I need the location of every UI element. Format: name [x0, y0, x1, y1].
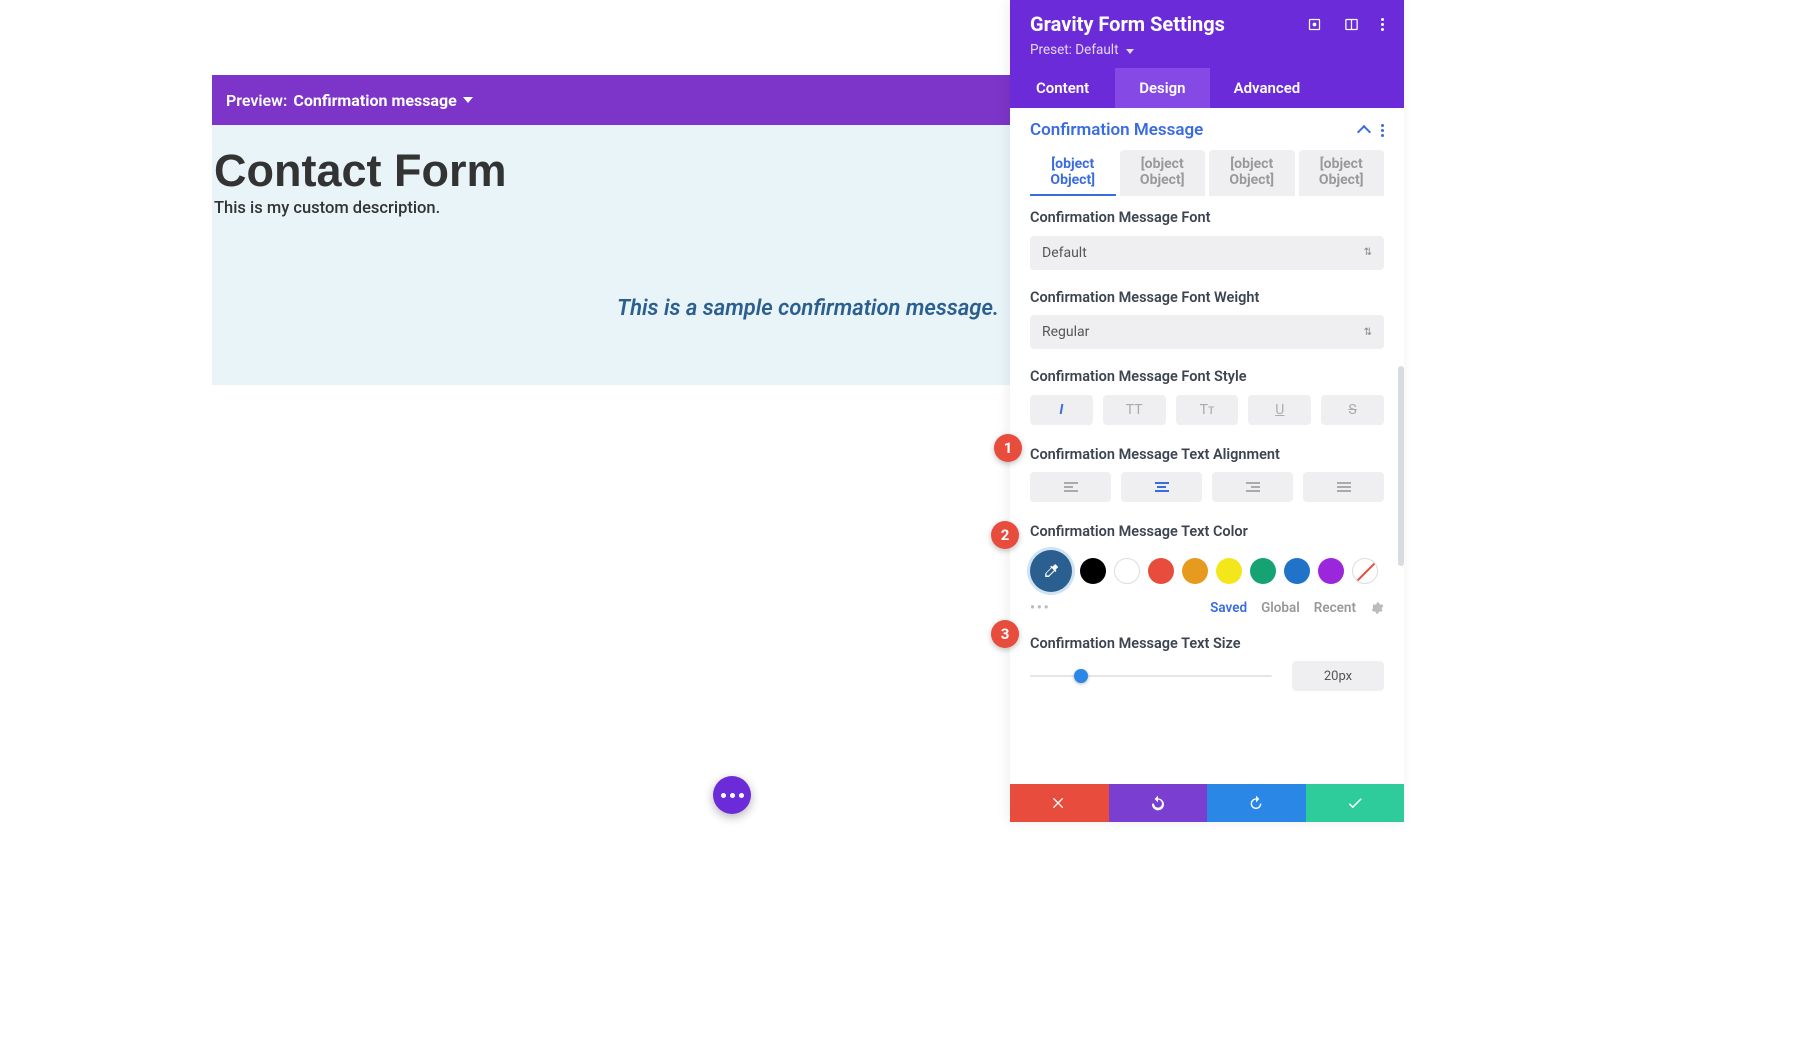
annotation-badge-2: 2 [991, 521, 1019, 549]
tab-content[interactable]: Content [1010, 68, 1115, 108]
cancel-button[interactable] [1010, 784, 1109, 822]
check-icon [1346, 794, 1364, 812]
color-swatch-blue[interactable] [1284, 558, 1310, 584]
text-size-slider[interactable] [1030, 675, 1272, 677]
color-swatch-green[interactable] [1250, 558, 1276, 584]
panel-footer [1010, 784, 1404, 822]
chevron-down-icon [463, 97, 473, 103]
chevron-down-icon [1126, 49, 1134, 54]
italic-button[interactable]: I [1030, 395, 1093, 425]
annotation-badge-3: 3 [991, 620, 1019, 648]
align-left-button[interactable] [1030, 472, 1111, 502]
subtab-1[interactable]: [object Object] [1030, 150, 1116, 196]
tab-advanced[interactable]: Advanced [1210, 68, 1325, 108]
text-color-label: Confirmation Message Text Color [1030, 522, 1384, 542]
text-size-input[interactable]: 20px [1292, 661, 1384, 691]
gear-icon[interactable] [1370, 601, 1384, 615]
undo-button[interactable] [1109, 784, 1208, 822]
align-justify-button[interactable] [1303, 472, 1384, 502]
select-chevron-icon: ⇅ [1364, 327, 1372, 338]
section-kebab-icon[interactable] [1381, 124, 1384, 137]
color-swatch-black[interactable] [1080, 558, 1106, 584]
strikethrough-button[interactable]: S [1321, 395, 1384, 425]
color-swatch-red[interactable] [1148, 558, 1174, 584]
save-button[interactable] [1306, 784, 1405, 822]
preview-selected-value: Confirmation message [293, 91, 456, 110]
module-options-fab[interactable] [713, 776, 751, 814]
font-weight-value: Regular [1042, 324, 1089, 340]
text-size-label: Confirmation Message Text Size [1030, 634, 1384, 654]
color-tab-saved[interactable]: Saved [1210, 600, 1247, 616]
redo-icon [1248, 795, 1264, 811]
color-swatch-none[interactable] [1352, 558, 1378, 584]
smallcaps-button[interactable]: Tᴛ [1176, 395, 1239, 425]
font-weight-label: Confirmation Message Font Weight [1030, 288, 1384, 308]
font-weight-select[interactable]: Regular ⇅ [1030, 315, 1384, 349]
panel-body[interactable]: Confirmation Message [object Object] [ob… [1010, 108, 1404, 784]
redo-button[interactable] [1207, 784, 1306, 822]
align-center-button[interactable] [1121, 472, 1202, 502]
scrollbar[interactable] [1398, 366, 1404, 566]
more-colors-icon[interactable]: ••• [1030, 600, 1051, 616]
settings-panel: Gravity Form Settings Preset: Default Co… [1010, 0, 1404, 822]
color-tab-global[interactable]: Global [1261, 600, 1300, 616]
slider-thumb[interactable] [1074, 669, 1088, 683]
preset-selector[interactable]: Preset: Default [1030, 42, 1384, 58]
subtab-2[interactable]: [object Object] [1120, 150, 1206, 196]
font-style-label: Confirmation Message Font Style [1030, 367, 1384, 387]
align-right-button[interactable] [1212, 472, 1293, 502]
color-tab-recent[interactable]: Recent [1314, 600, 1356, 616]
color-swatch-yellow[interactable] [1216, 558, 1242, 584]
color-picker-current[interactable] [1030, 550, 1072, 592]
color-swatch-white[interactable] [1114, 558, 1140, 584]
section-title: Confirmation Message [1030, 120, 1203, 140]
layout-icon[interactable] [1344, 17, 1359, 32]
preview-label: Preview: [226, 91, 287, 110]
style-subtabs: [object Object] [object Object] [object … [1030, 150, 1384, 196]
uppercase-button[interactable]: TT [1103, 395, 1166, 425]
expand-icon[interactable] [1307, 17, 1322, 32]
preset-value: Default [1075, 42, 1118, 58]
collapse-icon[interactable] [1357, 125, 1371, 139]
font-label: Confirmation Message Font [1030, 208, 1384, 228]
alignment-label: Confirmation Message Text Alignment [1030, 445, 1384, 465]
preset-label: Preset: [1030, 42, 1072, 58]
section-header[interactable]: Confirmation Message [1030, 120, 1384, 140]
tab-design[interactable]: Design [1115, 68, 1209, 108]
close-icon [1051, 795, 1067, 811]
font-value: Default [1042, 245, 1087, 261]
subtab-4[interactable]: [object Object] [1299, 150, 1385, 196]
select-chevron-icon: ⇅ [1364, 247, 1372, 258]
panel-title: Gravity Form Settings [1030, 12, 1225, 36]
annotation-badge-1: 1 [994, 434, 1022, 462]
panel-header: Gravity Form Settings Preset: Default [1010, 0, 1404, 68]
undo-icon [1150, 795, 1166, 811]
panel-tabs: Content Design Advanced [1010, 68, 1404, 108]
kebab-menu-icon[interactable] [1381, 18, 1384, 31]
color-swatch-orange[interactable] [1182, 558, 1208, 584]
underline-button[interactable]: U [1248, 395, 1311, 425]
color-swatch-purple[interactable] [1318, 558, 1344, 584]
font-select[interactable]: Default ⇅ [1030, 236, 1384, 270]
eyedropper-icon [1042, 562, 1060, 580]
subtab-3[interactable]: [object Object] [1209, 150, 1295, 196]
